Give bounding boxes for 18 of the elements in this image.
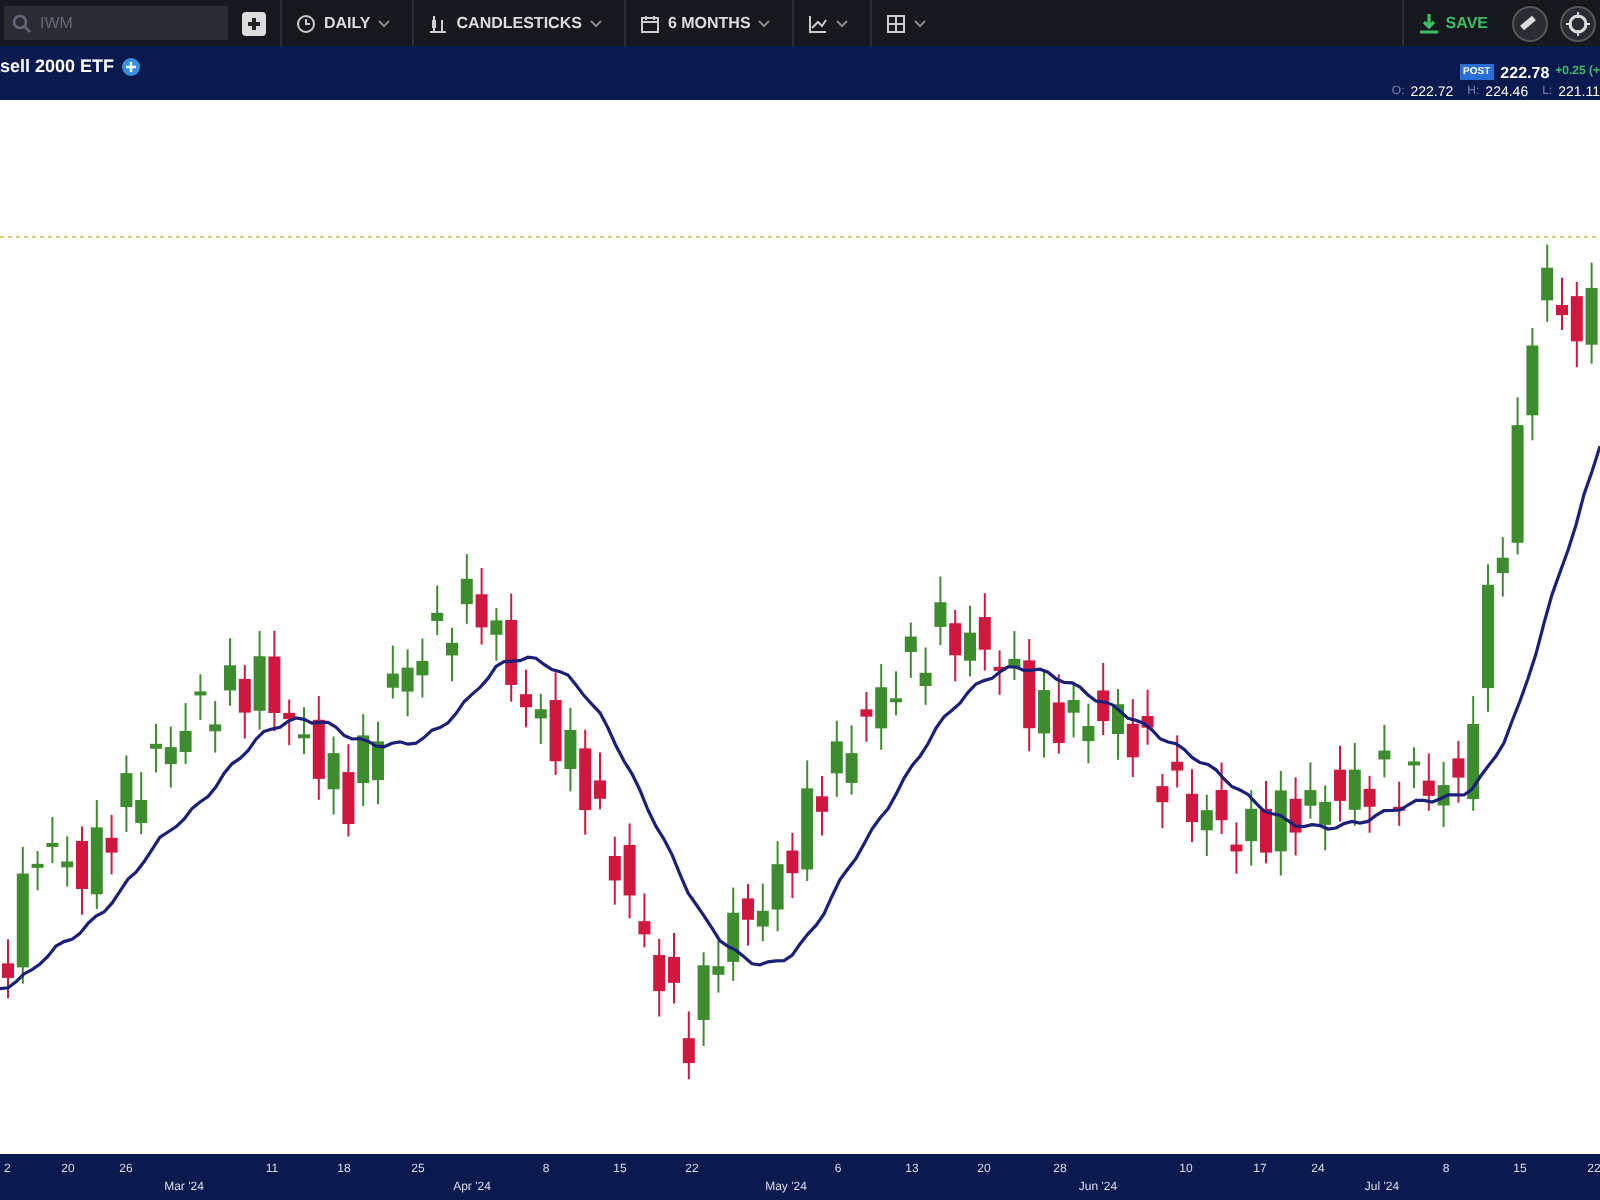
download-icon (1419, 13, 1438, 33)
clock-icon (296, 13, 316, 33)
caret-icon (378, 19, 391, 27)
caret-icon (589, 19, 602, 27)
plus-circle-icon[interactable] (122, 57, 141, 75)
ruler-icon[interactable] (1512, 5, 1548, 41)
caret-icon (836, 19, 849, 27)
add-icon[interactable] (242, 11, 266, 35)
grid-icon (886, 13, 907, 33)
calendar-icon (639, 13, 660, 33)
line-chart-icon (808, 13, 829, 33)
search-field[interactable]: IWM (4, 6, 228, 40)
symbol-title: sell 2000 ETF (0, 56, 115, 76)
caret-icon (914, 19, 927, 27)
candlestick-icon (428, 13, 449, 33)
caret-icon (758, 19, 771, 27)
last-price: 222.78 (1500, 63, 1550, 81)
crosshair-icon[interactable] (1560, 5, 1596, 41)
